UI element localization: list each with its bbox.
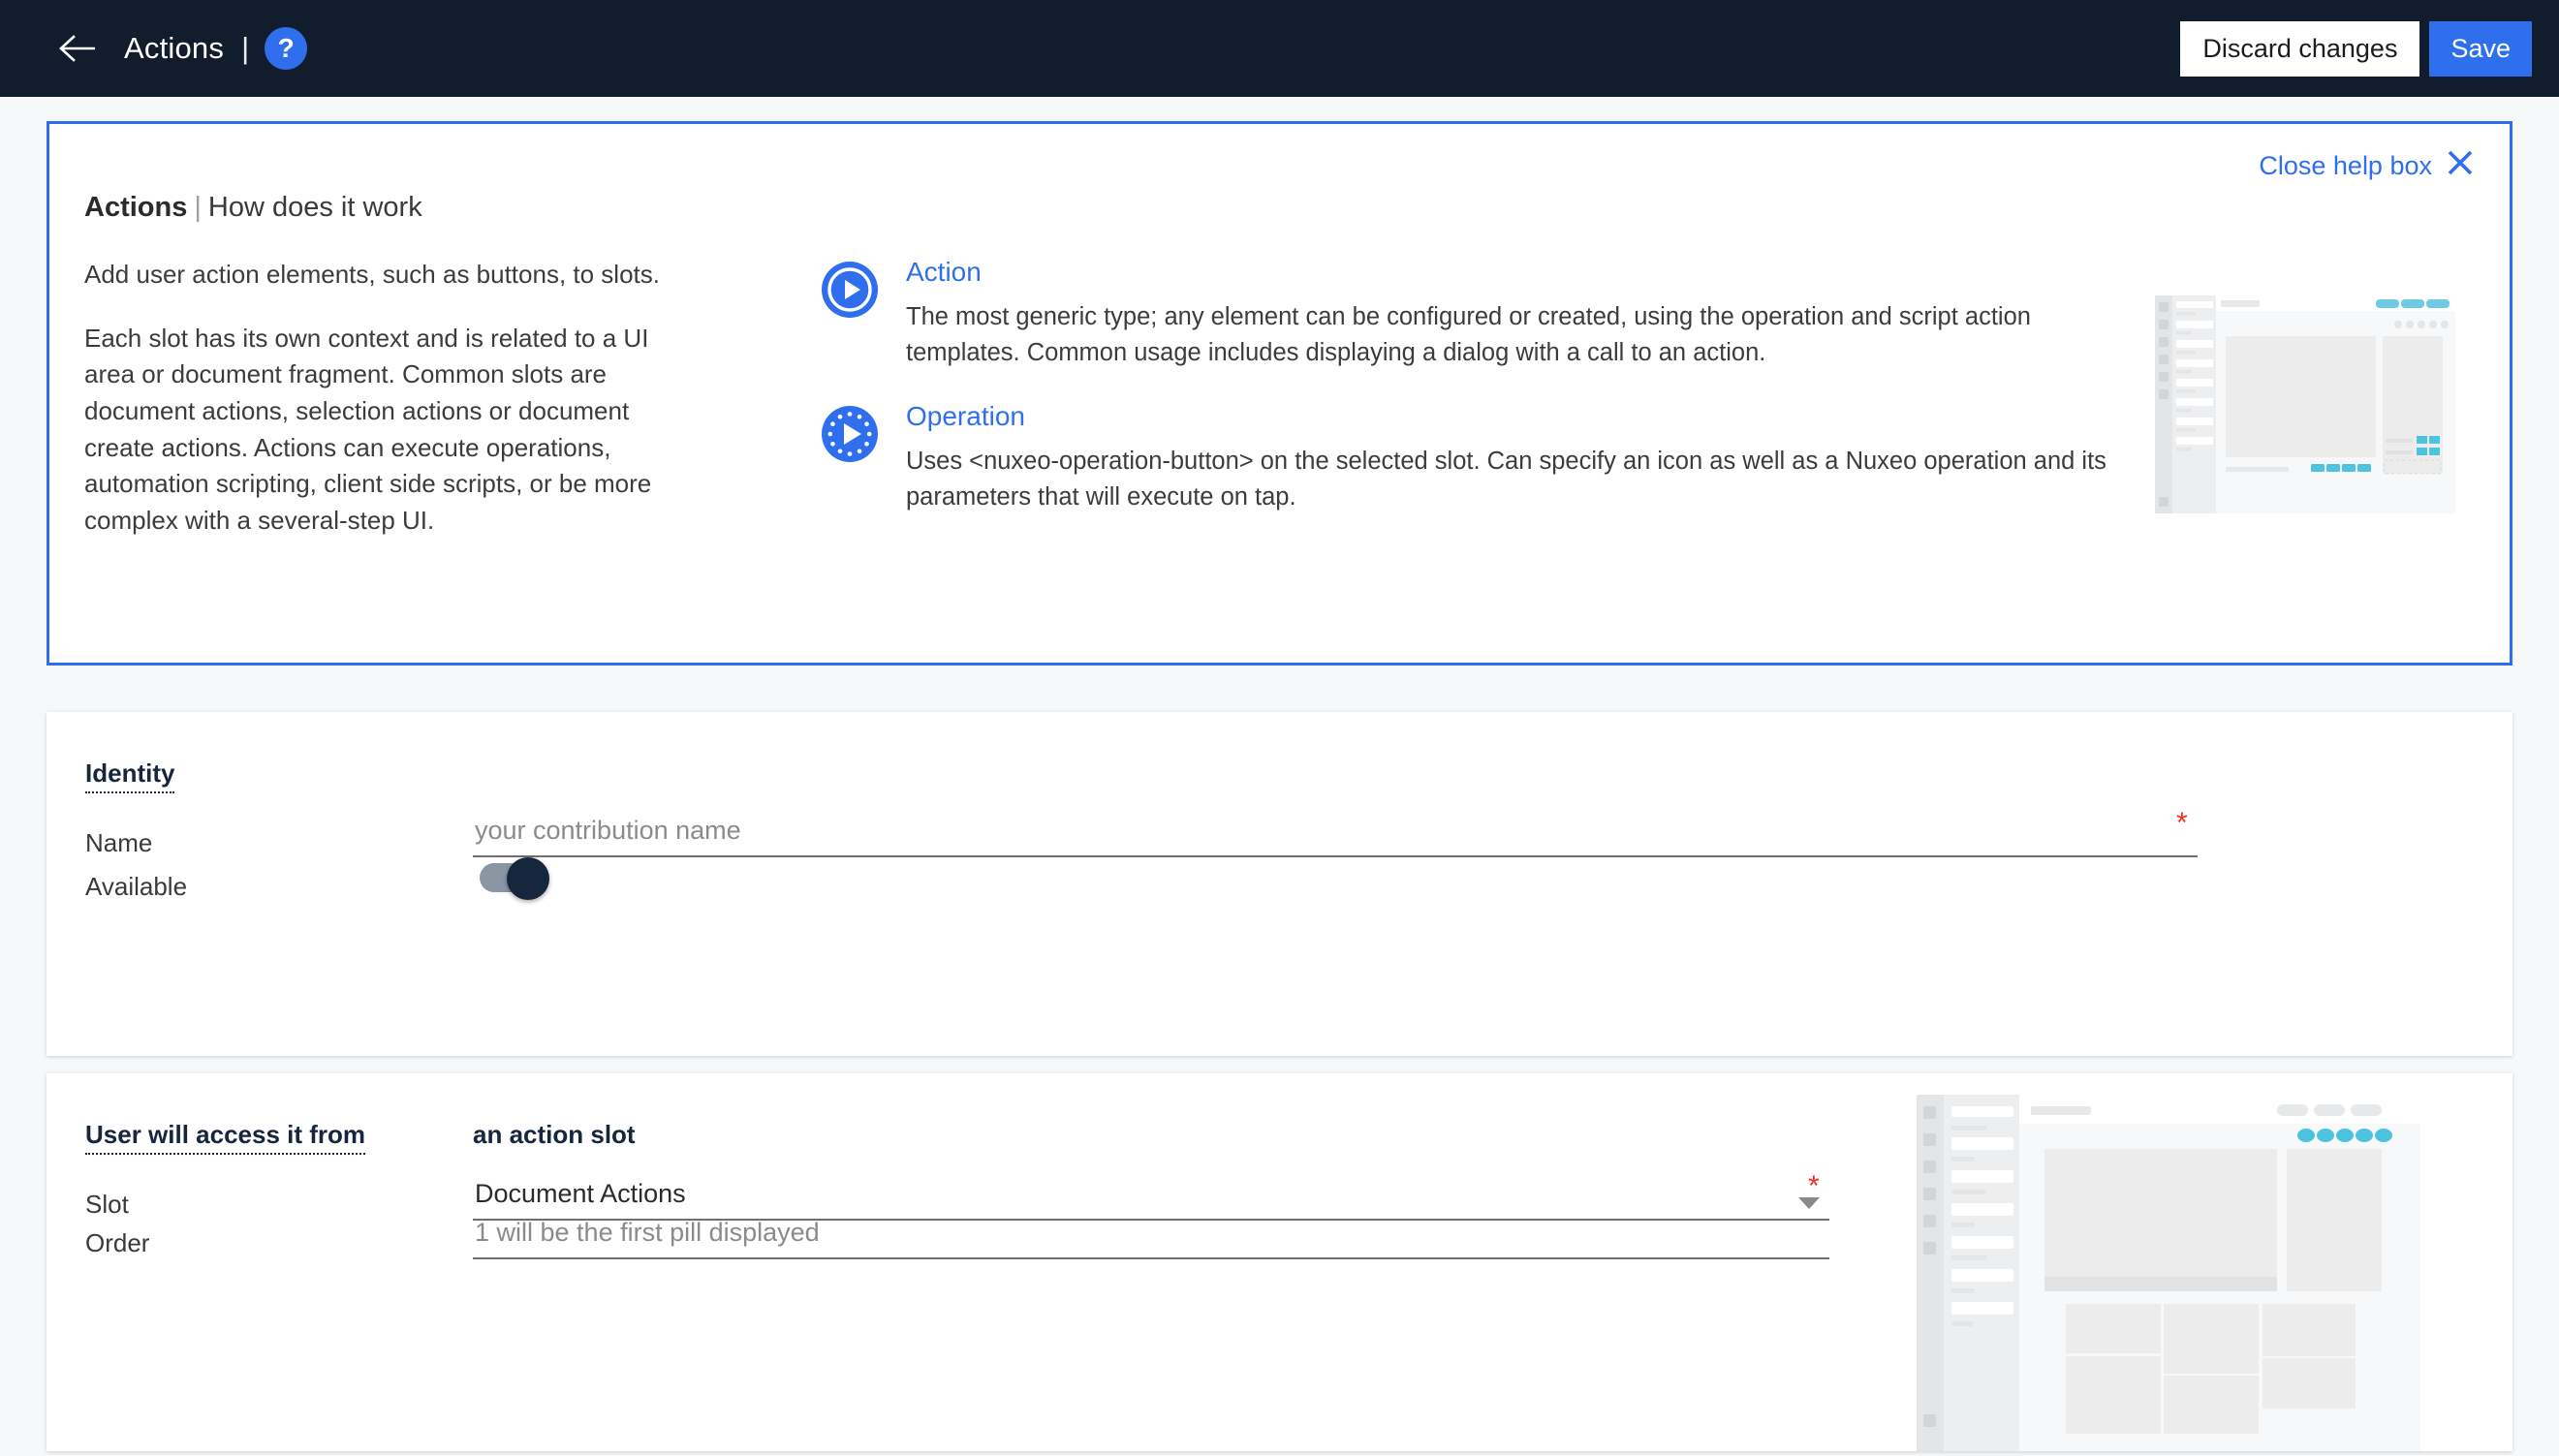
help-heading-bold: Actions [84,192,188,223]
help-box-wireframe-illustration [2155,295,2475,567]
play-circle-icon [821,261,879,319]
help-types-column: Action The most generic type; any elemen… [666,257,2155,567]
help-box-columns: Add user action elements, such as button… [84,257,2510,567]
help-item-title-operation[interactable]: Operation [906,401,2116,432]
available-field-label: Available [85,872,188,901]
arrow-left-icon [59,34,98,63]
help-heading-rest: How does it work [207,192,422,223]
slot-card: User will access it from an action slot … [47,1073,2512,1451]
slot-field-label: Slot [85,1190,129,1219]
available-toggle[interactable] [480,857,549,900]
help-item-operation: Operation Uses <nuxeo-operation-button> … [821,401,2116,516]
help-item-desc-action: The most generic type; any element can b… [906,303,2031,367]
order-field-label: Order [85,1228,150,1257]
identity-section-title: Identity [85,759,175,793]
save-button[interactable]: Save [2429,20,2532,77]
help-box-heading: Actions | How does it work [84,192,2510,224]
order-input-placeholder: 1 will be the first pill displayed [475,1218,820,1247]
order-input[interactable]: 1 will be the first pill displayed [473,1192,1829,1259]
help-box: Close help box Actions | How does it work … [47,121,2512,666]
help-item-body: Operation Uses <nuxeo-operation-button> … [906,401,2116,516]
discard-changes-button[interactable]: Discard changes [2180,20,2420,77]
help-badge-button[interactable]: ? [265,27,308,70]
name-field-label: Name [85,828,153,857]
slot-section-title: User will access it from [85,1120,366,1155]
toggle-thumb [507,857,549,900]
help-box-content: Actions | How does it work Add user action… [84,192,2510,567]
help-description-column: Add user action elements, such as button… [84,257,666,567]
name-input-placeholder: your contribution name [475,816,741,845]
play-dotted-circle-icon [821,405,879,463]
app-header: Actions | ? Discard changes Save [0,0,2559,97]
title-separator: | [241,31,250,65]
back-button[interactable] [56,26,101,71]
help-heading-sep: | [194,192,202,223]
help-item-desc-operation: Uses <nuxeo-operation-button> on the sel… [906,447,2106,511]
name-required-indicator: * [2176,807,2188,839]
slot-subtitle: an action slot [473,1120,636,1149]
close-help-box-button[interactable]: Close help box [2259,148,2475,184]
close-x-icon [2446,148,2475,184]
help-item-body: Action The most generic type; any elemen… [906,257,2116,372]
help-paragraph: Each slot has its own context and is rel… [84,323,652,536]
close-help-box-label: Close help box [2259,151,2432,180]
help-paragraph: Add user action elements, such as button… [84,260,660,289]
slot-wireframe-illustration [1917,1095,2420,1456]
help-item-action: Action The most generic type; any elemen… [821,257,2116,372]
page-title: Actions [124,31,225,65]
name-input[interactable]: your contribution name [473,788,2198,857]
identity-card: Identity Name your contribution name * A… [47,712,2512,1056]
help-item-title-action[interactable]: Action [906,257,2116,288]
